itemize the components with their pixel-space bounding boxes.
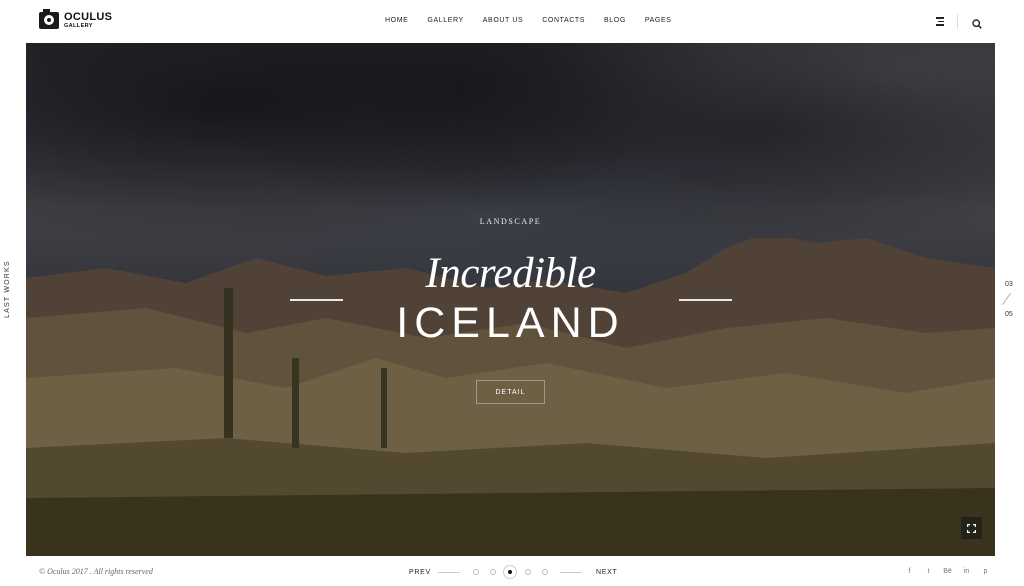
detail-button[interactable]: DETAIL: [476, 380, 545, 404]
hero-title: ICELAND: [396, 299, 625, 347]
logo[interactable]: OCULUS GALLERY: [39, 9, 112, 30]
next-button[interactable]: NEXT: [596, 569, 617, 576]
slide-counter-divider: [1002, 292, 1011, 306]
hamburger-menu-icon[interactable]: [934, 17, 944, 26]
copyright: © Oculus 2017 . All rights reserved: [39, 567, 153, 576]
nav-item-about-us[interactable]: ABOUT US: [483, 17, 523, 24]
behance-icon[interactable]: Bē: [938, 565, 957, 577]
fullscreen-icon[interactable]: [961, 517, 982, 539]
header-divider: [957, 14, 958, 29]
twitter-icon[interactable]: t: [919, 565, 938, 577]
pager-dot-active[interactable]: [503, 565, 517, 579]
pager-line-right: [560, 572, 582, 573]
pager-dot[interactable]: [542, 569, 548, 575]
slider-pager: PREV NEXT: [409, 563, 619, 581]
facebook-icon[interactable]: f: [900, 565, 919, 577]
pager-line-left: [438, 572, 460, 573]
slide-counter-total: 05: [1005, 311, 1013, 318]
search-icon[interactable]: [972, 16, 982, 29]
nav-item-pages[interactable]: PAGES: [645, 17, 672, 24]
logo-text: OCULUS GALLERY: [64, 12, 112, 30]
pager-dot[interactable]: [525, 569, 531, 575]
nav-item-home[interactable]: HOME: [385, 17, 408, 24]
linkedin-icon[interactable]: in: [957, 565, 976, 577]
brand-name: OCULUS: [64, 11, 113, 23]
prev-button[interactable]: PREV: [409, 569, 431, 576]
slide-counter-current: 03: [1005, 281, 1013, 288]
nav-item-contacts[interactable]: CONTACTS: [542, 17, 585, 24]
social-links: f t Bē in p: [900, 565, 995, 577]
brand-subtitle: GALLERY: [64, 23, 93, 29]
hero-title-italic: Incredible: [425, 250, 596, 297]
camera-logo-icon: [39, 9, 59, 30]
hero-category: LANDSCAPE: [479, 217, 542, 226]
pager-dot[interactable]: [490, 569, 496, 575]
nav-item-blog[interactable]: BLOG: [604, 17, 626, 24]
nav-item-gallery[interactable]: GALLERY: [427, 17, 463, 24]
pager-dot[interactable]: [473, 569, 479, 575]
hero-slide: LANDSCAPE Incredible ICELAND DETAIL: [26, 43, 995, 556]
site-header: OCULUS GALLERY HOME GALLERY ABOUT US CON…: [0, 0, 1024, 43]
pinterest-icon[interactable]: p: [976, 565, 995, 577]
last-works-link[interactable]: LAST WORKS: [4, 260, 11, 318]
main-nav: HOME GALLERY ABOUT US CONTACTS BLOG PAGE…: [385, 17, 672, 24]
